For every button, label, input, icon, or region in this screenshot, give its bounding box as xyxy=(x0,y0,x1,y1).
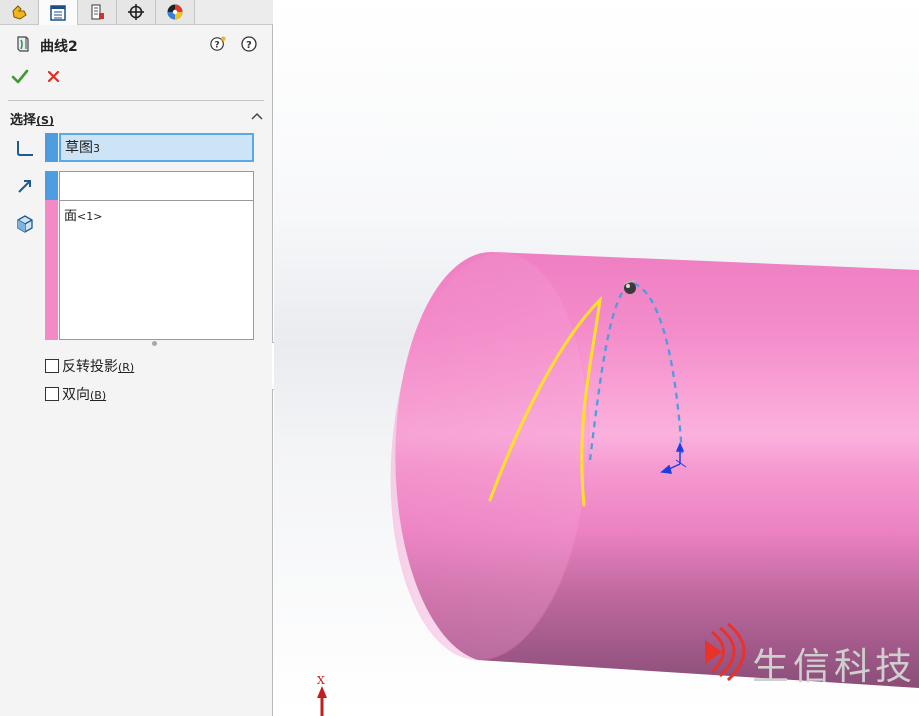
reverse-projection-checkbox[interactable] xyxy=(45,359,59,373)
triad-axis-label: X xyxy=(317,674,325,687)
tab-display-manager[interactable] xyxy=(156,0,195,24)
graphics-viewport[interactable]: X 生信科技 xyxy=(274,0,919,716)
face-selection-value: 面 xyxy=(64,209,78,224)
bidirectional-checkbox[interactable] xyxy=(45,387,59,401)
ok-button[interactable] xyxy=(10,67,30,87)
selection-group-label: 选择 xyxy=(10,113,37,128)
sketch-selection-suffix: 3 xyxy=(93,142,100,155)
bidirectional-option[interactable]: 双向(B) xyxy=(45,385,106,403)
edge-selection-color xyxy=(45,171,58,201)
model-scene: X xyxy=(274,0,919,716)
face-selection-color xyxy=(45,200,58,340)
checkmark-icon xyxy=(11,69,29,84)
crosshair-icon xyxy=(128,4,144,20)
feature-manager-icon xyxy=(12,5,27,20)
reverse-projection-shortcut: (R) xyxy=(118,361,135,374)
list-resize-handle[interactable] xyxy=(152,341,157,346)
cancel-button[interactable] xyxy=(44,67,64,87)
svg-text:?: ? xyxy=(214,41,219,51)
watermark-text: 生信科技 xyxy=(752,645,916,688)
sketch-curve-icon xyxy=(17,141,33,156)
sketch-selection-color xyxy=(45,133,58,162)
configuration-manager-icon xyxy=(91,4,104,20)
header-divider xyxy=(8,100,264,101)
whats-wrong-help-icon[interactable]: ? xyxy=(210,36,226,52)
sketch-selection-value: 草图 xyxy=(65,140,93,156)
edge-selection-field[interactable] xyxy=(59,171,254,201)
svg-text:?: ? xyxy=(246,40,252,51)
face-cube-icon xyxy=(17,215,33,233)
selection-group-shortcut: (S) xyxy=(36,114,54,127)
appearance-sphere-icon xyxy=(167,4,183,20)
bidirectional-label-wrap: 双向(B) xyxy=(62,384,106,404)
reverse-projection-label-wrap: 反转投影(R) xyxy=(62,356,134,376)
bidirectional-label: 双向 xyxy=(62,387,90,403)
direction-arrow-icon xyxy=(18,180,31,193)
sketch-selection-field[interactable]: 草图3 xyxy=(59,133,254,162)
help-icon[interactable]: ? xyxy=(241,36,257,52)
face-selection-list[interactable]: 面<1> xyxy=(59,200,254,340)
tab-property-manager[interactable] xyxy=(39,0,78,25)
property-manager-header: 曲线2 ? ? xyxy=(0,30,273,60)
chevron-up-icon[interactable] xyxy=(250,110,264,122)
tab-dimxpert-manager[interactable] xyxy=(117,0,156,24)
bidirectional-shortcut: (B) xyxy=(90,389,107,402)
property-manager-icon xyxy=(50,4,66,21)
reverse-projection-option[interactable]: 反转投影(R) xyxy=(45,357,134,375)
close-icon xyxy=(47,70,60,83)
tab-feature-manager[interactable] xyxy=(0,0,39,24)
selection-group-title[interactable]: 选择(S) xyxy=(10,109,54,128)
reverse-projection-label: 反转投影 xyxy=(62,359,118,375)
tab-configuration-manager[interactable] xyxy=(78,0,117,24)
page-title: 曲线2 xyxy=(40,39,78,55)
manager-tabs xyxy=(0,0,273,25)
projected-curve-icon xyxy=(17,36,29,52)
face-selection-suffix: <1> xyxy=(77,210,103,223)
property-manager-panel: 曲线2 ? ? 选择(S) 草图3 面<1> 反转投影(R) 双向(B) xyxy=(0,0,273,716)
